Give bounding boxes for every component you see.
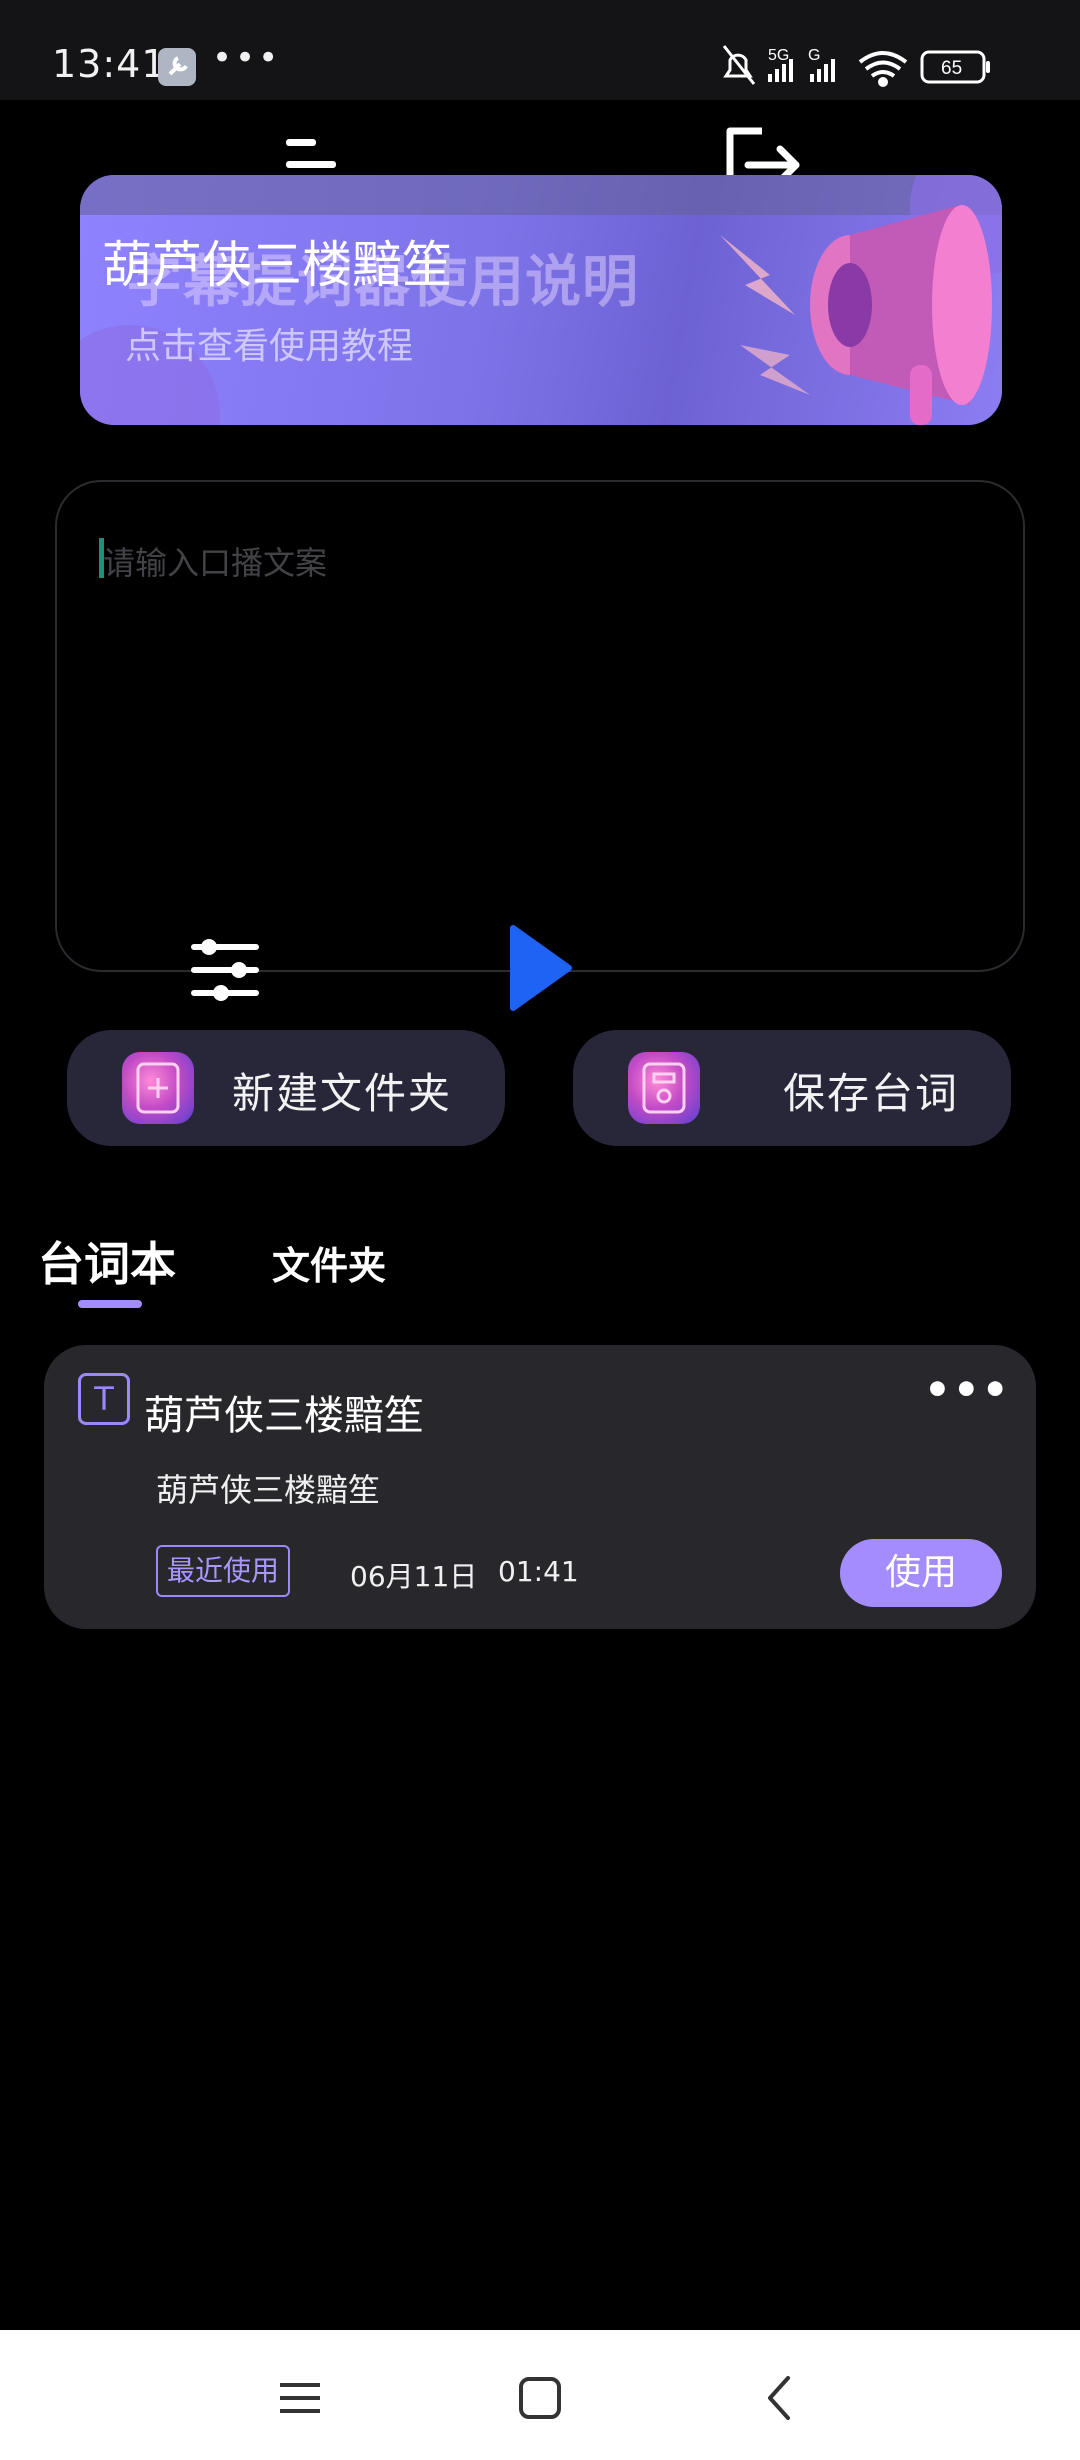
- battery-icon: 65: [920, 50, 990, 84]
- script-input[interactable]: 请输入口播文案: [55, 480, 1025, 972]
- megaphone-icon: [720, 205, 992, 425]
- status-bar: 13:41 ••• 5G G 65: [0, 0, 1080, 100]
- recent-badge: 最近使用: [156, 1545, 290, 1597]
- status-icons: 5G G 65: [722, 45, 990, 87]
- card-date: 06月11日: [350, 1560, 478, 1593]
- script-card[interactable]: T 葫芦侠三楼黯笙 ••• 葫芦侠三楼黯笙 最近使用 06月11日 01:41 …: [44, 1345, 1036, 1629]
- wrench-icon: [158, 48, 196, 86]
- banner-title: 葫芦侠三楼黯笙: [102, 236, 452, 294]
- tab-scripts[interactable]: 台词本: [38, 1228, 176, 1294]
- card-time: 01:41: [498, 1555, 579, 1588]
- new-folder-icon: [122, 1052, 194, 1124]
- text-file-letter: T: [94, 1380, 114, 1418]
- mute-bell-icon: [722, 45, 756, 85]
- new-folder-label: 新建文件夹: [232, 1069, 453, 1118]
- card-preview: 葫芦侠三楼黯笙: [156, 1471, 381, 1509]
- save-icon: [628, 1052, 700, 1124]
- new-folder-button[interactable]: 新建文件夹: [67, 1030, 505, 1146]
- card-title: 葫芦侠三楼黯笙: [144, 1393, 424, 1439]
- more-notifications-icon: •••: [212, 38, 282, 78]
- text-file-icon: T: [78, 1373, 130, 1425]
- system-nav-bar: [0, 2330, 1080, 2460]
- tab-folders[interactable]: 文件夹: [272, 1235, 386, 1290]
- script-input-placeholder: 请输入口播文案: [103, 544, 328, 582]
- home-icon[interactable]: [510, 2368, 570, 2428]
- tutorial-banner[interactable]: 字幕提词器使用说明 葫芦侠三楼黯笙 点击查看使用教程: [80, 175, 1002, 425]
- status-time: 13:41: [52, 42, 167, 86]
- save-script-label: 保存台词: [783, 1069, 960, 1118]
- use-button[interactable]: 使用: [840, 1539, 1002, 1607]
- tab-active-indicator: [78, 1300, 142, 1308]
- more-options-icon[interactable]: •••: [924, 1365, 1011, 1414]
- battery-level: 65: [941, 58, 962, 79]
- banner-subtitle: 点击查看使用教程: [125, 326, 414, 367]
- play-icon[interactable]: [505, 922, 575, 1014]
- network2-label: G: [808, 47, 820, 64]
- save-script-button[interactable]: 保存台词: [573, 1030, 1011, 1146]
- recent-apps-icon[interactable]: [270, 2368, 330, 2428]
- network-label: 5G: [768, 47, 789, 64]
- sliders-icon[interactable]: [185, 935, 265, 1005]
- back-icon[interactable]: [750, 2368, 810, 2428]
- wifi-icon: [858, 51, 908, 87]
